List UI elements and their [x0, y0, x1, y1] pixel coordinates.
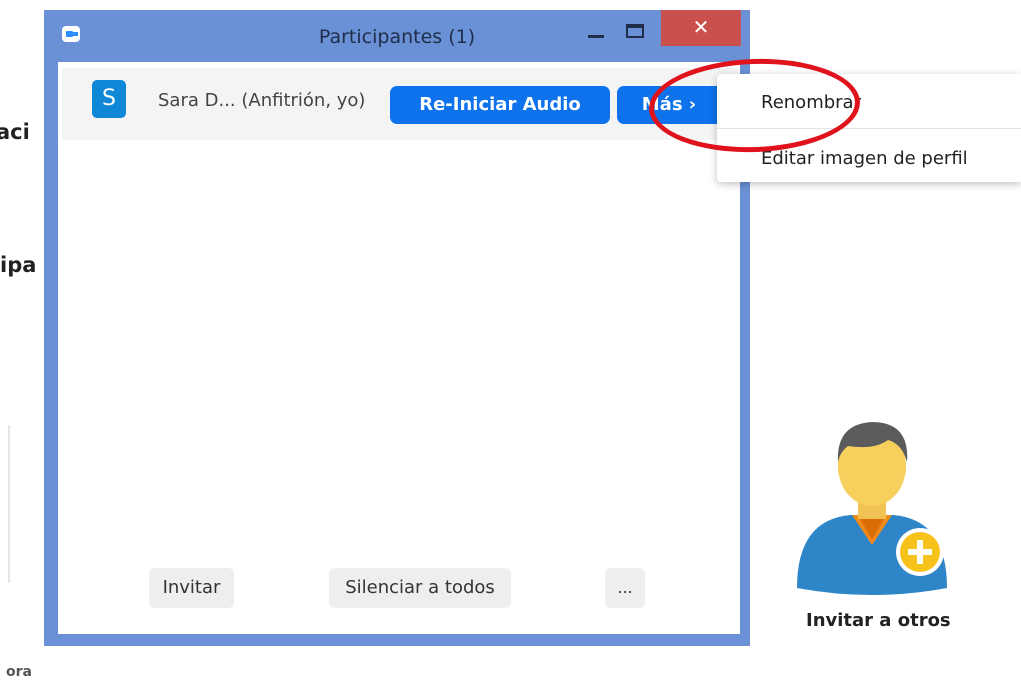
add-person-icon[interactable] — [792, 410, 952, 600]
participant-row[interactable]: S Sara D... (Anfitrión, yo) Re-Iniciar A… — [62, 68, 738, 140]
more-options-button[interactable]: ... — [605, 568, 645, 608]
invite-others-label[interactable]: Invitar a otros — [806, 610, 951, 631]
background-heading-fragment: ipa — [0, 253, 37, 277]
avatar: S — [92, 80, 126, 118]
participants-window: Participantes (1) ✕ S Sara D... (Anfitri… — [44, 10, 750, 646]
menu-item-edit-profile-picture[interactable]: Editar imagen de perfil — [761, 148, 968, 169]
mute-all-button[interactable]: Silenciar a todos — [329, 568, 511, 608]
invite-button[interactable]: Invitar — [149, 568, 234, 608]
window-titlebar[interactable]: Participantes (1) ✕ — [44, 10, 750, 60]
background-heading-fragment: aci — [0, 120, 30, 144]
rejoin-audio-button[interactable]: Re-Iniciar Audio — [390, 86, 610, 124]
background-label-fragment: ora — [6, 664, 32, 680]
minimize-button[interactable] — [582, 22, 612, 46]
close-button[interactable]: ✕ — [661, 10, 741, 46]
background-divider — [8, 425, 10, 583]
participants-panel: S Sara D... (Anfitrión, yo) Re-Iniciar A… — [58, 62, 740, 634]
participant-name: Sara D... (Anfitrión, yo) — [158, 90, 366, 111]
maximize-button[interactable] — [622, 20, 652, 46]
